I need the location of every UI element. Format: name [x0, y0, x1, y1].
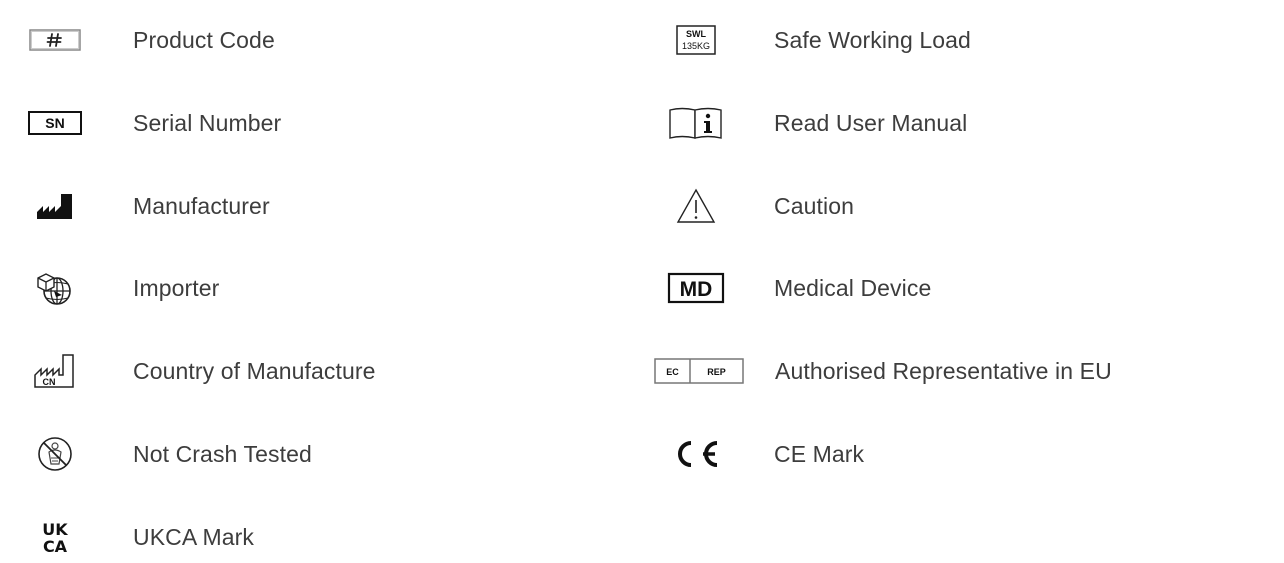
svg-text:CA: CA — [43, 537, 68, 556]
svg-text:135KG: 135KG — [682, 41, 710, 51]
legend-label: Medical Device — [774, 274, 932, 301]
legend-item-safe-working-load: SWL 135KG Safe Working Load — [0, 15, 971, 65]
legend-item-authorised-representative: EC REP Authorised Representative in EU — [0, 346, 1112, 396]
legend-item-medical-device: MD Medical Device — [0, 263, 931, 313]
svg-text:SWL: SWL — [686, 29, 706, 39]
legend-label: Read User Manual — [774, 109, 968, 136]
caution-triangle-icon — [666, 181, 726, 231]
svg-text:MD: MD — [680, 278, 713, 301]
svg-text:REP: REP — [707, 367, 726, 377]
user-manual-info-icon — [666, 98, 726, 148]
medical-device-icon: MD — [666, 263, 726, 313]
legend-label: Caution — [774, 192, 854, 219]
legend-item-read-user-manual: Read User Manual — [0, 98, 967, 148]
legend-label: Authorised Representative in EU — [775, 357, 1112, 384]
safe-working-load-icon: SWL 135KG — [666, 15, 726, 65]
legend-label: CE Mark — [774, 440, 865, 467]
legend-label: UKCA Mark — [133, 523, 255, 550]
ukca-mark-icon: UK CA — [25, 512, 85, 562]
svg-text:EC: EC — [666, 367, 679, 377]
legend-item-ce-mark: CE Mark — [0, 429, 864, 479]
legend-item-ukca-mark: UK CA UKCA Mark — [0, 512, 254, 562]
legend-label: Safe Working Load — [774, 26, 971, 53]
ec-rep-icon: EC REP — [653, 346, 745, 396]
legend-item-caution: Caution — [0, 181, 854, 231]
ce-mark-icon — [666, 429, 726, 479]
